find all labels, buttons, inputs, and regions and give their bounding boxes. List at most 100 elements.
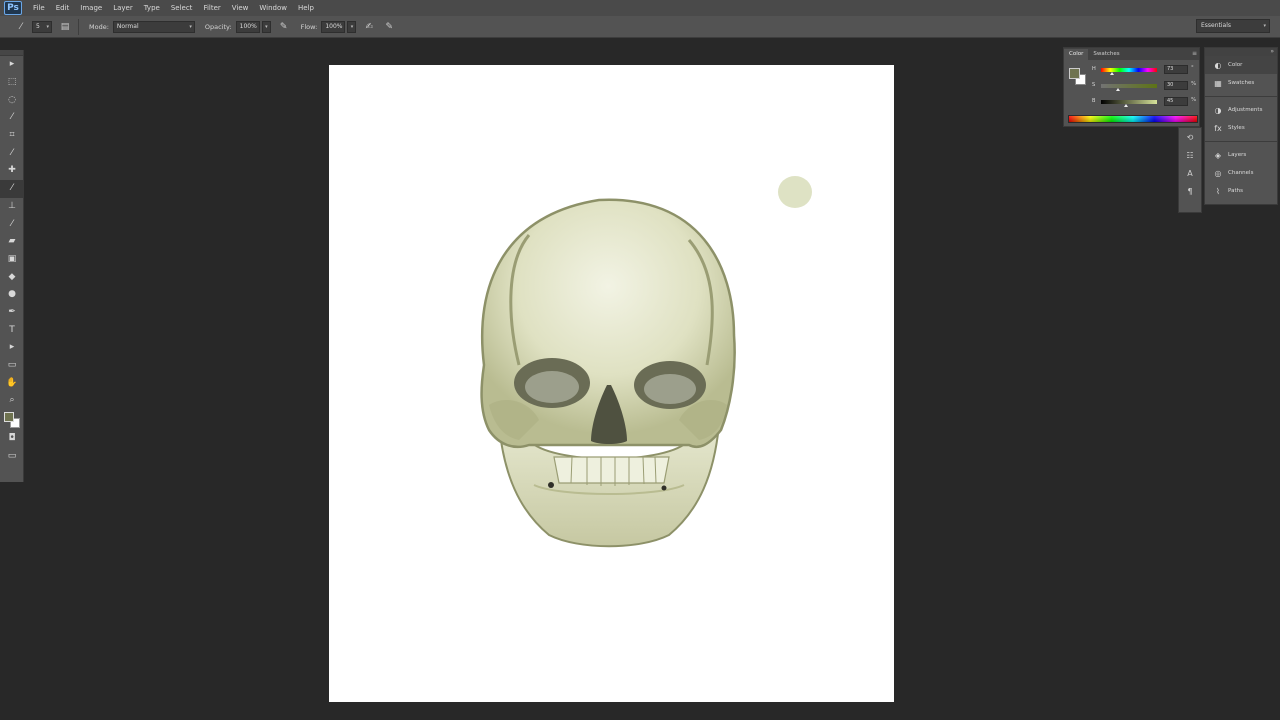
menu-file[interactable]: File xyxy=(33,4,45,12)
crop-tool-icon[interactable]: ⌗ xyxy=(0,127,24,145)
menu-view[interactable]: View xyxy=(232,4,249,12)
healing-brush-tool-icon[interactable]: ✚ xyxy=(0,162,24,180)
airbrush-icon[interactable]: ✍ xyxy=(362,20,376,34)
menu-select[interactable]: Select xyxy=(171,4,193,12)
collapse-icon[interactable]: » xyxy=(1270,48,1274,56)
pressure-opacity-icon[interactable]: ✎ xyxy=(277,20,291,34)
menu-window[interactable]: Window xyxy=(259,4,287,12)
paint-dab xyxy=(778,176,812,208)
dock-item-adjustments[interactable]: ◑ Adjustments xyxy=(1205,101,1277,119)
saturation-slider[interactable] xyxy=(1101,84,1157,88)
brightness-knob[interactable] xyxy=(1124,104,1129,107)
clone-stamp-tool-icon[interactable]: ⊥ xyxy=(0,198,24,216)
brush-tool-icon[interactable]: ⁄ xyxy=(0,179,24,198)
properties-icon[interactable]: ☷ xyxy=(1179,146,1201,164)
document-canvas[interactable] xyxy=(329,65,894,702)
tool-list: ▸ ⬚ ◌ ⁄ ⌗ ⁄ ✚ ⁄ ⊥ ⁄ ▰ ▣ ◆ ● ✒ T ▸ ▭ ✋ ⌕ xyxy=(0,56,24,410)
menu-edit[interactable]: Edit xyxy=(56,4,70,12)
tab-swatches[interactable]: Swatches xyxy=(1088,49,1124,60)
flow-dropdown[interactable]: ▾ xyxy=(347,20,357,33)
pen-tool-icon[interactable]: ✒ xyxy=(0,304,24,322)
screen-mode-icon[interactable]: ▭ xyxy=(0,447,24,465)
path-select-tool-icon[interactable]: ▸ xyxy=(0,339,24,357)
dock-item-paths[interactable]: ⌇ Paths xyxy=(1205,182,1277,200)
chevron-down-icon: ▾ xyxy=(265,23,268,30)
hue-unit: ° xyxy=(1191,65,1194,71)
menu-image[interactable]: Image xyxy=(80,4,102,12)
eyedropper-tool-icon[interactable]: ⁄ xyxy=(0,144,24,162)
dock-header: » xyxy=(1205,48,1277,56)
quick-mask-icon[interactable]: ◘ xyxy=(0,430,24,448)
dock-item-swatches[interactable]: ▦ Swatches xyxy=(1205,74,1277,92)
mode-select[interactable]: Normal ▾ xyxy=(112,20,195,33)
shape-tool-icon[interactable]: ▭ xyxy=(0,357,24,375)
saturation-value[interactable]: 30 xyxy=(1164,81,1188,90)
mode-label: Mode: xyxy=(89,22,109,31)
tab-color[interactable]: Color xyxy=(1064,49,1089,60)
menu-type[interactable]: Type xyxy=(144,4,160,12)
flow-field[interactable]: 100% xyxy=(321,20,346,33)
menu-help[interactable]: Help xyxy=(298,4,314,12)
opacity-value: 100% xyxy=(239,22,257,30)
dock-item-channels[interactable]: ◎ Channels xyxy=(1205,164,1277,182)
dock-item-color[interactable]: ◐ Color xyxy=(1205,56,1277,74)
tools-panel: ▸ ⬚ ◌ ⁄ ⌗ ⁄ ✚ ⁄ ⊥ ⁄ ▰ ▣ ◆ ● ✒ T ▸ ▭ ✋ ⌕ ◘ ▭ xyxy=(0,50,24,482)
brightness-slider[interactable] xyxy=(1101,100,1157,104)
panel-foreground-swatch[interactable] xyxy=(1069,68,1080,79)
dock-item-label: Channels xyxy=(1228,170,1254,176)
history-icon[interactable]: ⟲ xyxy=(1179,128,1201,146)
color-spectrum-ramp[interactable] xyxy=(1068,115,1198,123)
brush-size-picker[interactable]: 5 ▾ xyxy=(32,20,52,33)
hand-tool-icon[interactable]: ✋ xyxy=(0,374,24,392)
panel-menu-icon[interactable]: ≡ xyxy=(1192,50,1197,57)
saturation-slider-row: S 30 % xyxy=(1092,81,1198,91)
dock-item-layers[interactable]: ◈ Layers xyxy=(1205,146,1277,164)
type-tool-icon[interactable]: T xyxy=(0,321,24,339)
brightness-value[interactable]: 45 xyxy=(1164,97,1188,106)
eye-socket-left-inner xyxy=(525,371,579,403)
menu-layer[interactable]: Layer xyxy=(113,4,133,12)
marquee-tool-icon[interactable]: ⬚ xyxy=(0,74,24,92)
options-bar: ⁄ 5 ▾ ▤ Mode: Normal ▾ Opacity: 100% ▾ ✎… xyxy=(0,16,1280,38)
collapsed-panels-strip: ⟲ ☷ A ¶ xyxy=(1178,127,1202,213)
gradient-tool-icon[interactable]: ▣ xyxy=(0,251,24,269)
saturation-label: S xyxy=(1092,82,1096,88)
chevron-down-icon: ▾ xyxy=(46,23,49,30)
swatches-icon: ▦ xyxy=(1214,78,1222,88)
quick-select-tool-icon[interactable]: ⁄ xyxy=(0,109,24,127)
history-brush-tool-icon[interactable]: ⁄ xyxy=(0,215,24,233)
dock-item-label: Layers xyxy=(1228,152,1247,158)
move-tool-icon[interactable]: ▸ xyxy=(0,56,24,74)
character-icon[interactable]: A xyxy=(1179,164,1201,182)
flow-label: Flow: xyxy=(300,22,318,31)
blur-tool-icon[interactable]: ◆ xyxy=(0,268,24,286)
divider xyxy=(1205,141,1277,142)
color-panel-tabs: Color Swatches xyxy=(1064,48,1199,60)
hue-knob[interactable] xyxy=(1110,72,1115,75)
dock-item-styles[interactable]: fx Styles xyxy=(1205,119,1277,137)
color-icon: ◐ xyxy=(1214,60,1222,70)
workspace-value: Essentials xyxy=(1201,22,1232,29)
hue-value[interactable]: 73 xyxy=(1164,65,1188,74)
brush-preset-icon[interactable]: ⁄ xyxy=(14,20,28,34)
layers-icon: ◈ xyxy=(1214,150,1222,160)
saturation-knob[interactable] xyxy=(1115,88,1120,91)
opacity-dropdown[interactable]: ▾ xyxy=(261,20,271,33)
ps-logo: Ps xyxy=(4,1,22,15)
dock-item-label: Paths xyxy=(1228,188,1243,194)
brush-panel-toggle-icon[interactable]: ▤ xyxy=(58,20,72,34)
opacity-field[interactable]: 100% xyxy=(235,20,260,33)
lasso-tool-icon[interactable]: ◌ xyxy=(0,91,24,109)
workspace-switcher[interactable]: Essentials ▾ xyxy=(1196,19,1270,33)
menu-filter[interactable]: Filter xyxy=(203,4,220,12)
eraser-tool-icon[interactable]: ▰ xyxy=(0,233,24,251)
dock-item-label: Adjustments xyxy=(1228,107,1263,113)
pressure-size-icon[interactable]: ✎ xyxy=(382,20,396,34)
zoom-tool-icon[interactable]: ⌕ xyxy=(0,392,24,410)
brush-size-value: 5 xyxy=(36,22,40,30)
paths-icon: ⌇ xyxy=(1216,186,1220,196)
foreground-color-swatch[interactable] xyxy=(4,411,14,422)
paragraph-icon[interactable]: ¶ xyxy=(1179,182,1201,200)
chevron-down-icon: ▾ xyxy=(189,23,192,30)
dodge-tool-icon[interactable]: ● xyxy=(0,286,24,304)
